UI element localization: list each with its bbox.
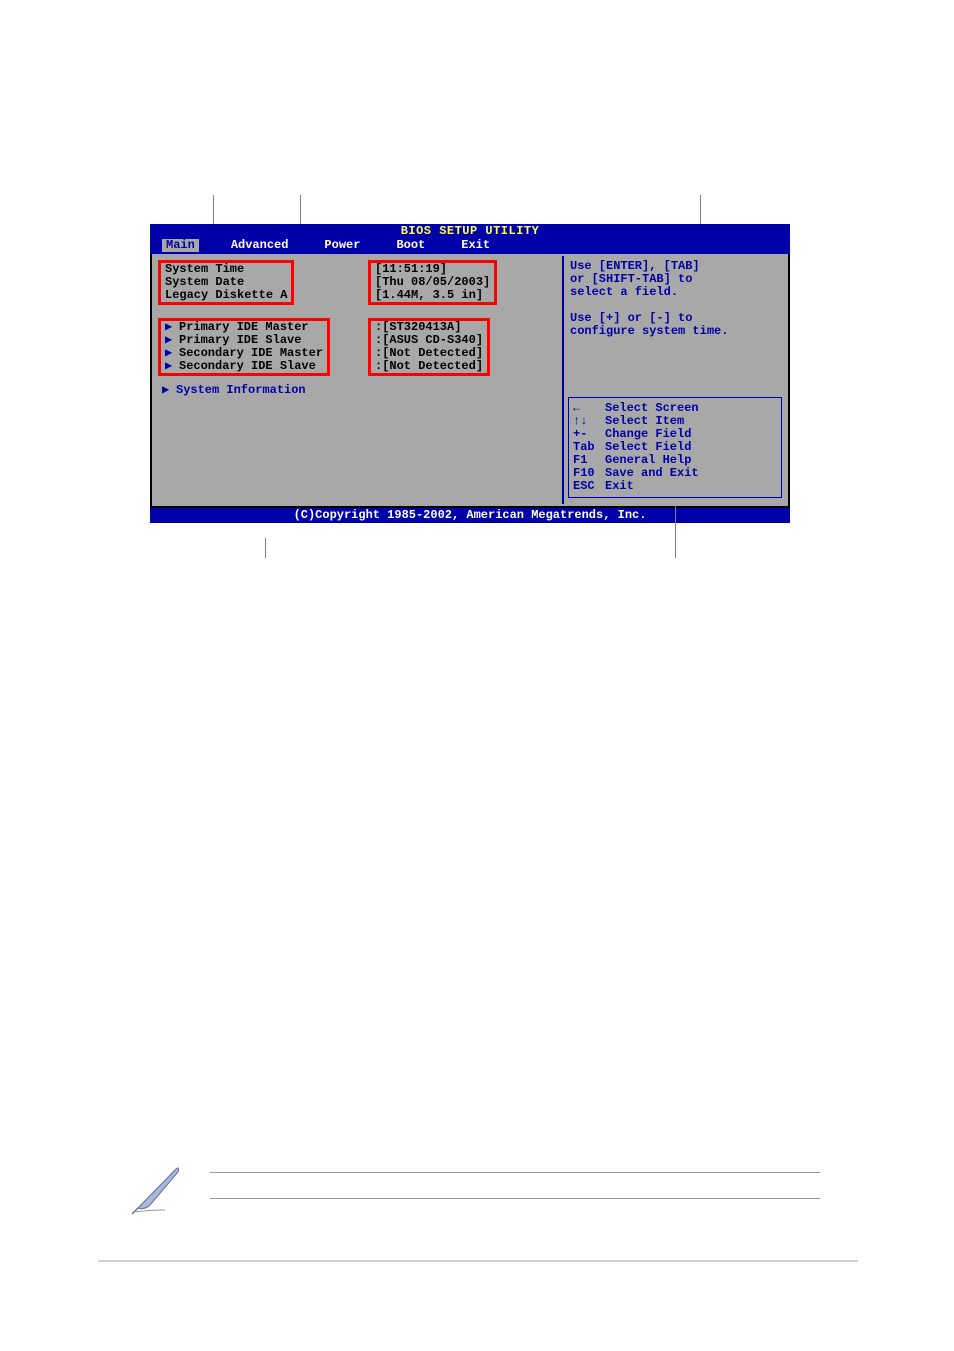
- page-footer-divider: [98, 1260, 858, 1262]
- ide-labels-group: ▶Primary IDE Master ▶Primary IDE Slave ▶…: [158, 318, 330, 376]
- help-panel: Use [ENTER], [TAB] or [SHIFT-TAB] to sel…: [562, 256, 786, 504]
- nav-exit: Exit: [605, 480, 634, 493]
- note-rule: [210, 1198, 820, 1199]
- menu-advanced[interactable]: Advanced: [227, 239, 293, 252]
- secondary-ide-slave-row[interactable]: ▶Secondary IDE Slave: [165, 360, 323, 373]
- secondary-ide-master-label: Secondary IDE Master: [179, 346, 323, 360]
- secondary-ide-slave-label: Secondary IDE Slave: [179, 359, 316, 373]
- note-rule: [210, 1172, 820, 1173]
- help-line: configure system time.: [570, 325, 780, 338]
- legacy-diskette-label[interactable]: Legacy Diskette A: [165, 289, 287, 302]
- system-information-row[interactable]: ▶System Information: [162, 384, 306, 397]
- secondary-ide-slave-value: :[Not Detected]: [375, 360, 483, 373]
- menu-main[interactable]: Main: [162, 239, 199, 252]
- copyright-footer: (C)Copyright 1985-2002, American Megatre…: [150, 508, 790, 523]
- help-line: select a field.: [570, 286, 780, 299]
- primary-ide-master-label: Primary IDE Master: [179, 320, 309, 334]
- legacy-diskette-value[interactable]: [1.44M, 3.5 in]: [375, 289, 490, 302]
- nav-legend: ←Select Screen ↑↓Select Item +-Change Fi…: [568, 397, 782, 498]
- copyright-text: (C)Copyright 1985-2002, American Megatre…: [294, 508, 647, 522]
- left-panel: System Time System Date Legacy Diskette …: [154, 256, 558, 504]
- submenu-arrow-icon: ▶: [165, 360, 179, 373]
- bios-title: BIOS SETUP UTILITY: [150, 224, 790, 239]
- menu-bar: Main Advanced Power Boot Exit: [150, 239, 790, 254]
- note-feather-icon: [130, 1160, 185, 1215]
- bios-window: BIOS SETUP UTILITY Main Advanced Power B…: [150, 224, 790, 523]
- help-text: Use [ENTER], [TAB] or [SHIFT-TAB] to sel…: [570, 260, 780, 338]
- field-labels-group: System Time System Date Legacy Diskette …: [158, 260, 294, 305]
- menu-exit[interactable]: Exit: [457, 239, 494, 252]
- primary-ide-slave-label: Primary IDE Slave: [179, 333, 301, 347]
- callout-line: [265, 538, 266, 558]
- field-values-group: [11:51:19] [Thu 08/05/2003] [1.44M, 3.5 …: [368, 260, 497, 305]
- ide-values-group: :[ST320413A] :[ASUS CD-S340] :[Not Detec…: [368, 318, 490, 376]
- submenu-arrow-icon: ▶: [162, 384, 176, 397]
- menu-boot[interactable]: Boot: [392, 239, 429, 252]
- system-information-label: System Information: [176, 383, 306, 397]
- nav-key-esc: ESC: [573, 480, 605, 493]
- content-area: System Time System Date Legacy Diskette …: [150, 254, 790, 508]
- callout-line: [675, 505, 676, 558]
- menu-power[interactable]: Power: [320, 239, 364, 252]
